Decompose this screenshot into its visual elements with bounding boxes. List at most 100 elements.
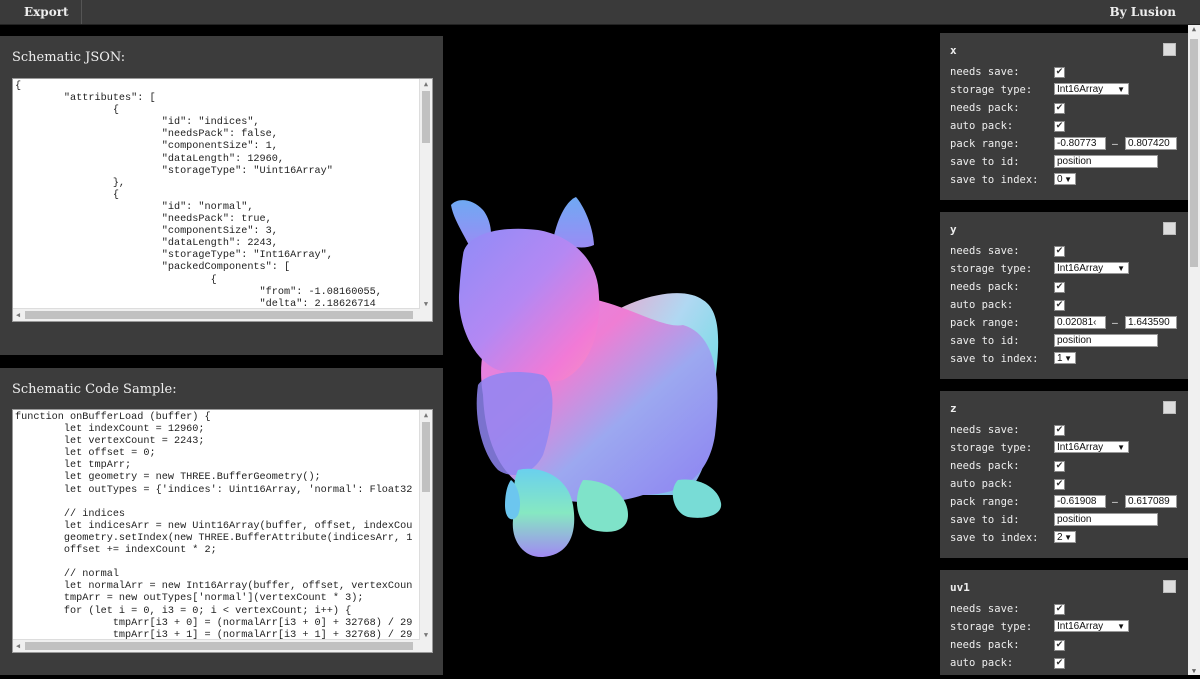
- page-vertical-scrollbar[interactable]: ▲ ▼: [1188, 25, 1200, 675]
- bunny-model: [451, 197, 722, 558]
- scroll-down-arrow-icon[interactable]: ▼: [1188, 667, 1200, 675]
- needs-save-label: needs save:: [950, 603, 1020, 615]
- pack-range-from-input[interactable]: 0.02081‹: [1054, 316, 1106, 329]
- chevron-down-icon: ▼: [1064, 175, 1072, 184]
- storage-type-select[interactable]: Int16Array ▼: [1054, 620, 1129, 632]
- scroll-down-arrow-icon[interactable]: ▼: [420, 299, 432, 309]
- auto-pack-checkbox[interactable]: ✔: [1054, 658, 1065, 669]
- json-scroll-thumb[interactable]: [422, 91, 430, 143]
- auto-pack-checkbox[interactable]: ✔: [1054, 121, 1065, 132]
- attribute-toggle-box[interactable]: [1163, 580, 1176, 593]
- schematic-json-code: { "attributes": [ { "id": "indices", "ne…: [15, 81, 382, 309]
- needs-save-label: needs save:: [950, 424, 1020, 436]
- page-scroll-thumb[interactable]: [1190, 39, 1198, 267]
- auto-pack-label: auto pack:: [950, 478, 1014, 490]
- attribute-panel-y: y needs save: ✔ storage type: Int16Array ▼ …: [940, 212, 1188, 379]
- pack-range-to-input[interactable]: 0.617089: [1125, 495, 1177, 508]
- save-to-index-label: save to index:: [950, 353, 1039, 365]
- needs-pack-checkbox[interactable]: ✔: [1054, 282, 1065, 293]
- save-to-index-select[interactable]: 1 ▼: [1054, 352, 1076, 364]
- scroll-down-arrow-icon[interactable]: ▼: [420, 630, 432, 640]
- save-to-index-value: 1: [1057, 353, 1063, 364]
- storage-type-select[interactable]: Int16Array ▼: [1054, 441, 1129, 453]
- needs-pack-checkbox[interactable]: ✔: [1054, 103, 1065, 114]
- pack-range-to-input[interactable]: 1.643590: [1125, 316, 1177, 329]
- auto-pack-label: auto pack:: [950, 657, 1014, 669]
- auto-pack-checkbox[interactable]: ✔: [1054, 479, 1065, 490]
- save-to-id-input[interactable]: position: [1054, 513, 1158, 526]
- code-horizontal-scrollbar[interactable]: ◀: [13, 639, 420, 652]
- auto-pack-checkbox[interactable]: ✔: [1054, 300, 1065, 311]
- chevron-down-icon: ▼: [1117, 264, 1125, 273]
- range-separator: –: [1112, 317, 1118, 329]
- save-to-index-label: save to index:: [950, 174, 1039, 186]
- chevron-down-icon: ▼: [1117, 443, 1125, 452]
- schematic-json-panel: Schematic JSON: { "attributes": [ { "id"…: [0, 36, 443, 355]
- needs-pack-checkbox[interactable]: ✔: [1054, 640, 1065, 651]
- schematic-json-title: Schematic JSON:: [12, 50, 126, 65]
- scroll-left-arrow-icon[interactable]: ◀: [13, 640, 23, 652]
- needs-save-checkbox[interactable]: ✔: [1054, 604, 1065, 615]
- needs-pack-checkbox[interactable]: ✔: [1054, 461, 1065, 472]
- resize-grip-icon[interactable]: [420, 640, 432, 652]
- top-bar: Export By Lusion: [0, 0, 1200, 25]
- by-lusion-link[interactable]: By Lusion: [1110, 0, 1177, 24]
- storage-type-label: storage type:: [950, 621, 1033, 633]
- save-to-index-value: 0: [1057, 174, 1063, 185]
- save-to-id-label: save to id:: [950, 514, 1020, 526]
- scroll-up-arrow-icon[interactable]: ▲: [1188, 25, 1200, 33]
- save-to-index-select[interactable]: 2 ▼: [1054, 531, 1076, 543]
- range-separator: –: [1112, 496, 1118, 508]
- range-separator: –: [1112, 138, 1118, 150]
- 3d-viewport[interactable]: [443, 25, 940, 675]
- json-horizontal-scrollbar[interactable]: ◀: [13, 308, 420, 321]
- chevron-down-icon: ▼: [1064, 533, 1072, 542]
- schematic-code-title: Schematic Code Sample:: [12, 382, 177, 397]
- save-to-index-label: save to index:: [950, 532, 1039, 544]
- needs-pack-label: needs pack:: [950, 639, 1020, 651]
- code-vertical-scrollbar[interactable]: ▲ ▼: [419, 410, 432, 640]
- scroll-up-arrow-icon[interactable]: ▲: [420, 79, 432, 89]
- pack-range-to-input[interactable]: 0.807420: [1125, 137, 1177, 150]
- storage-type-select[interactable]: Int16Array ▼: [1054, 83, 1129, 95]
- needs-pack-label: needs pack:: [950, 102, 1020, 114]
- storage-type-value: Int16Array: [1057, 442, 1104, 453]
- needs-save-checkbox[interactable]: ✔: [1054, 67, 1065, 78]
- scroll-left-arrow-icon[interactable]: ◀: [13, 309, 23, 321]
- storage-type-value: Int16Array: [1057, 84, 1104, 95]
- save-to-id-input[interactable]: position: [1054, 155, 1158, 168]
- needs-save-checkbox[interactable]: ✔: [1054, 425, 1065, 436]
- save-to-id-input[interactable]: position: [1054, 334, 1158, 347]
- pack-range-label: pack range:: [950, 496, 1020, 508]
- attribute-panel-uv1: uv1 needs save: ✔ storage type: Int16Array…: [940, 570, 1188, 675]
- save-to-index-select[interactable]: 0 ▼: [1054, 173, 1076, 185]
- attribute-toggle-box[interactable]: [1163, 43, 1176, 56]
- export-button[interactable]: Export: [12, 0, 82, 24]
- attribute-name: y: [950, 223, 957, 236]
- pack-range-from-input[interactable]: -0.80773: [1054, 137, 1106, 150]
- pack-range-label: pack range:: [950, 138, 1020, 150]
- storage-type-select[interactable]: Int16Array ▼: [1054, 262, 1129, 274]
- json-vertical-scrollbar[interactable]: ▲ ▼: [419, 79, 432, 309]
- chevron-down-icon: ▼: [1117, 622, 1125, 631]
- pack-range-from-input[interactable]: -0.61908: [1054, 495, 1106, 508]
- schematic-json-textarea[interactable]: { "attributes": [ { "id": "indices", "ne…: [12, 78, 433, 322]
- needs-pack-label: needs pack:: [950, 460, 1020, 472]
- code-scroll-thumb[interactable]: [422, 422, 430, 492]
- pack-range-label: pack range:: [950, 317, 1020, 329]
- schematic-code-sample: function onBufferLoad (buffer) { let ind…: [15, 412, 413, 640]
- needs-save-label: needs save:: [950, 245, 1020, 257]
- code-hscroll-thumb[interactable]: [25, 642, 413, 650]
- resize-grip-icon[interactable]: [420, 309, 432, 321]
- attribute-panel-z: z needs save: ✔ storage type: Int16Array ▼ …: [940, 391, 1188, 558]
- attribute-toggle-box[interactable]: [1163, 222, 1176, 235]
- storage-type-value: Int16Array: [1057, 621, 1104, 632]
- scroll-up-arrow-icon[interactable]: ▲: [420, 410, 432, 420]
- needs-pack-label: needs pack:: [950, 281, 1020, 293]
- json-hscroll-thumb[interactable]: [25, 311, 413, 319]
- storage-type-value: Int16Array: [1057, 263, 1104, 274]
- schematic-code-textarea[interactable]: function onBufferLoad (buffer) { let ind…: [12, 409, 433, 653]
- attribute-toggle-box[interactable]: [1163, 401, 1176, 414]
- attribute-name: uv1: [950, 581, 970, 594]
- needs-save-checkbox[interactable]: ✔: [1054, 246, 1065, 257]
